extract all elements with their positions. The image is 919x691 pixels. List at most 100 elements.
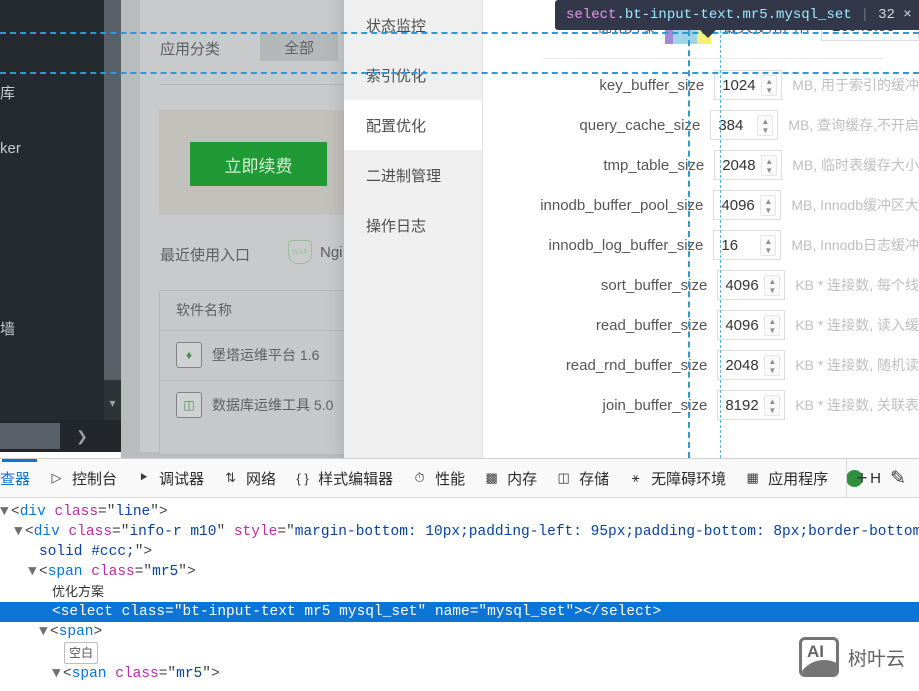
markup-whitespace-node[interactable]: 空白	[0, 642, 919, 664]
field-input-wrap[interactable]: ▲▼	[713, 230, 782, 260]
stepper-icon[interactable]: ▲ ▼	[761, 155, 778, 176]
markup-text-node[interactable]: 优化方案	[0, 582, 919, 602]
field-row-innodb-log-buffer-size: innodb_log_buffer_size ▲▼ MB, Innodb日志缓冲	[483, 225, 919, 265]
field-input[interactable]	[711, 112, 758, 138]
screenshot-root: 库 ker 墙 ▾ ❯ 应用分类 全部 立即续费 最近使用入口 WAF Ngi …	[0, 0, 919, 691]
field-input[interactable]	[715, 72, 762, 98]
field-row-key-buffer-size: key_buffer_size ▲▼ MB, 用于索引的缓冲	[483, 65, 919, 105]
node-tag: select	[60, 604, 113, 620]
markup-line[interactable]: ▼ < span class =" mr5 ">	[0, 562, 919, 582]
rail-item-2[interactable]: 墙	[0, 318, 104, 339]
field-label: tmp_table_size	[603, 156, 705, 174]
tab-performance[interactable]: ⏱ 性能	[402, 459, 474, 497]
twisty-icon[interactable]: ▼	[28, 562, 39, 582]
field-input-wrap[interactable]: ▲▼	[710, 110, 779, 140]
stepper-icon[interactable]: ▲ ▼	[764, 315, 781, 336]
rail-vertical-scrollbar-thumb[interactable]	[104, 0, 121, 380]
whitespace-chip: 空白	[64, 642, 99, 664]
chevron-right-icon[interactable]: ❯	[62, 420, 102, 452]
menu-item-binlog-manage[interactable]: 二进制管理	[344, 150, 482, 200]
field-input[interactable]	[718, 352, 765, 378]
menu-item-config-optimize[interactable]: 配置优化	[344, 100, 482, 150]
markup-line[interactable]: ▼ < span class =" mr5 ">	[0, 664, 919, 684]
twisty-icon[interactable]: ▼	[0, 502, 11, 522]
field-input[interactable]	[714, 192, 761, 218]
node-tag: span	[47, 564, 83, 580]
field-label: read_buffer_size	[595, 316, 708, 334]
markup-line[interactable]: ▼ < div class =" info-r m10 " style =" margin-…	[0, 522, 919, 542]
stepper-icon[interactable]: ▲ ▼	[764, 395, 781, 416]
field-input-wrap[interactable]: ▲▼	[717, 310, 786, 340]
menu-item-operation-log[interactable]: 操作日志	[344, 200, 482, 250]
twisty-icon[interactable]: ▼	[14, 522, 25, 542]
node-attr: class	[91, 564, 135, 580]
markup-line[interactable]: ▼ < span >	[0, 622, 919, 642]
field-row-sort-buffer-size: sort_buffer_size ▲▼ KB * 连接数, 每个线	[483, 265, 919, 305]
field-input[interactable]	[714, 232, 761, 258]
stepper-icon[interactable]: ▲ ▼	[760, 235, 777, 256]
field-input[interactable]	[718, 312, 765, 338]
tab-application[interactable]: ▦ 应用程序	[735, 459, 837, 497]
field-input-wrap[interactable]: ▲▼	[714, 70, 783, 100]
twisty-icon[interactable]: ▼	[39, 622, 50, 642]
table-row[interactable]: ◫ 数据库运维工具 5.0	[176, 392, 333, 418]
tab-memory[interactable]: ▩ 内存	[474, 459, 546, 497]
infobar-separator: |	[860, 7, 870, 23]
tab-label: 调试器	[159, 470, 205, 488]
field-input-wrap[interactable]: ▲▼	[717, 270, 786, 300]
node-value: info-r m10	[129, 524, 217, 540]
stepper-icon[interactable]: ▲ ▼	[764, 355, 781, 376]
field-input[interactable]	[715, 152, 762, 178]
twisty-icon[interactable]: ▼	[52, 664, 63, 684]
rail-item-0[interactable]: 库	[0, 82, 104, 103]
field-input[interactable]	[718, 272, 765, 298]
menu-item-index-optimize[interactable]: 索引优化	[344, 50, 482, 100]
field-label: innodb_log_buffer_size	[548, 236, 704, 254]
network-icon: ⇅	[225, 470, 236, 485]
stepper-icon[interactable]: ▲ ▼	[760, 195, 777, 216]
menu-item-status-monitor[interactable]: 状态监控	[344, 0, 482, 50]
waf-shield-icon: WAF	[288, 240, 312, 264]
infobar-pointer	[699, 29, 717, 38]
field-input-wrap[interactable]: ▲▼	[717, 390, 786, 420]
add-rule-button[interactable]: +	[847, 464, 877, 494]
tab-storage[interactable]: ◫ 存储	[546, 459, 618, 497]
app-dark-sidebar	[0, 0, 104, 420]
tab-accessibility[interactable]: ⚹ 无障碍环境	[618, 459, 735, 497]
stepper-icon[interactable]: ▲ ▼	[764, 275, 781, 296]
stepper-icon[interactable]: ▲ ▼	[761, 75, 778, 96]
table-row[interactable]: ♦ 堡塔运维平台 1.6	[176, 342, 319, 368]
markup-line-selected[interactable]: < select class =" bt-input-text mr5 mysql_s…	[0, 602, 919, 622]
tab-network[interactable]: ⇅ 网络	[213, 459, 285, 497]
tab-console[interactable]: ▷ 控制台	[39, 459, 126, 497]
node-attr: class	[68, 524, 113, 540]
pick-color-button[interactable]: ✎	[883, 464, 913, 494]
rail-horizontal-scrollbar-thumb[interactable]	[0, 423, 60, 449]
devtools-infobar: select.bt-input-text.mr5.mysql_set | 32 …	[555, 0, 919, 30]
field-hint: MB, 临时表缓存大小	[792, 157, 919, 173]
storage-icon: ◫	[557, 470, 570, 485]
renew-now-button[interactable]: 立即续费	[190, 142, 327, 186]
field-input[interactable]	[718, 392, 765, 418]
chevron-down-icon[interactable]: ▾	[104, 386, 121, 420]
stepper-icon[interactable]: ▲ ▼	[757, 115, 774, 136]
field-input-wrap[interactable]: ▲▼	[713, 190, 782, 220]
tab-debugger[interactable]: ⯈ 调试器	[126, 459, 213, 497]
rail-item-1[interactable]: ker	[0, 140, 104, 157]
field-hint: KB * 连接数, 随机读	[795, 357, 919, 373]
field-hint: MB, Innodb日志缓冲	[791, 237, 919, 253]
node-tag: span	[58, 624, 94, 640]
markup-line[interactable]: ▼ < div class =" line ">	[0, 502, 919, 522]
field-hint: MB, 用于索引的缓冲	[792, 77, 919, 93]
tab-style-editor[interactable]: { } 样式编辑器	[285, 459, 402, 497]
infobar-classes: .bt-input-text.mr5.mysql_set	[616, 7, 852, 23]
tab-inspector[interactable]: 查器	[0, 459, 39, 497]
field-input-wrap[interactable]: ▲▼	[714, 150, 783, 180]
field-input-wrap[interactable]: ▲▼	[717, 350, 786, 380]
devtools-toolbar: 查器 ▷ 控制台 ⯈ 调试器 ⇅ 网络 { } 样式编辑器 ⏱ 性能 ▩ 内存 …	[0, 459, 919, 498]
node-value: mr5	[176, 666, 203, 682]
watermark-text: 树叶云	[847, 648, 905, 670]
tab-label: 无障碍环境	[651, 470, 727, 488]
category-value-all[interactable]: 全部	[260, 33, 338, 61]
waf-name[interactable]: Ngi	[320, 244, 343, 261]
